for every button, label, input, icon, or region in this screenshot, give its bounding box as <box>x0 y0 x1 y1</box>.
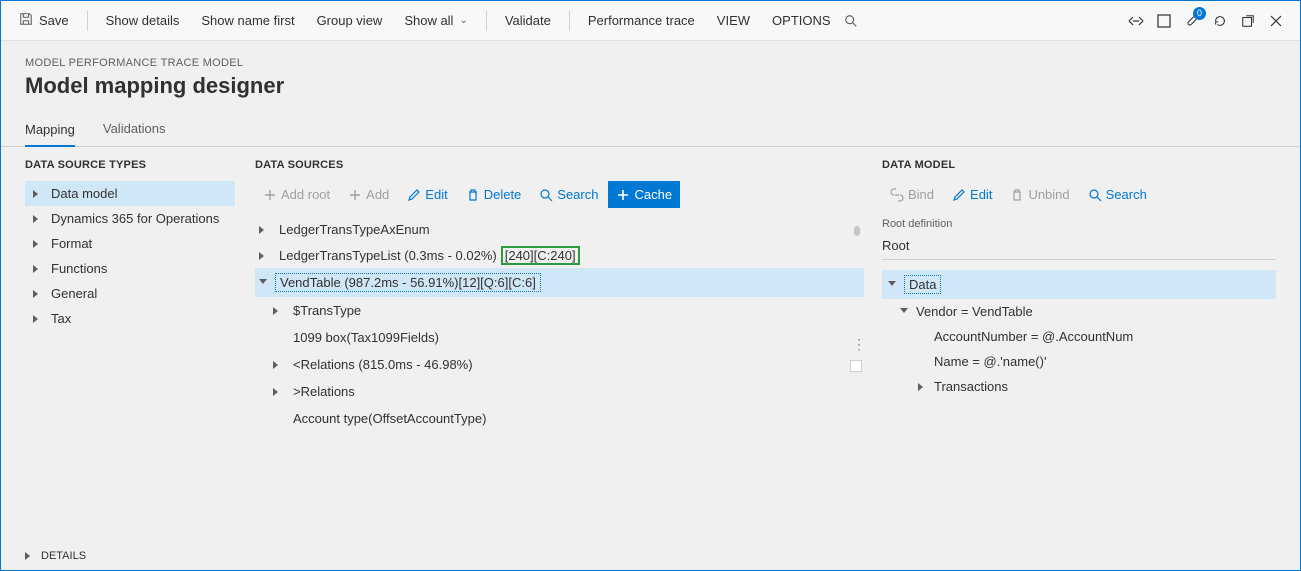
data-model-panel: DATA MODEL Bind Edit Unbind Search Root … <box>870 147 1300 542</box>
chevron-down-icon <box>888 281 896 289</box>
tree-item[interactable]: LedgerTransTypeAxEnum <box>255 216 864 243</box>
tree-item[interactable]: 1099 box(Tax1099Fields) <box>255 324 864 351</box>
scroll-handle[interactable] <box>850 360 862 372</box>
chevron-right-icon <box>33 240 41 248</box>
details-expander[interactable]: DETAILS <box>1 542 1300 570</box>
toolbar-divider <box>87 11 88 31</box>
chevron-right-icon <box>33 290 41 298</box>
tree-item[interactable]: Account type(OffsetAccountType) <box>255 405 864 432</box>
view-menu[interactable]: VIEW <box>707 7 760 34</box>
chevron-right-icon <box>33 190 41 198</box>
search-button[interactable]: Search <box>531 181 606 208</box>
tree-item[interactable]: Transactions <box>882 374 1276 399</box>
delete-button[interactable]: Delete <box>458 181 530 208</box>
edit-button[interactable]: Edit <box>944 181 1000 208</box>
save-button[interactable]: Save <box>9 6 79 35</box>
chevron-right-icon <box>33 265 41 273</box>
data-source-types-panel: DATA SOURCE TYPES Data model Dynamics 36… <box>1 147 243 542</box>
chevron-down-icon <box>259 279 267 287</box>
refresh-icon[interactable] <box>1212 13 1228 29</box>
tab-mapping[interactable]: Mapping <box>25 114 75 147</box>
office-icon[interactable] <box>1156 13 1172 29</box>
breadcrumb: MODEL PERFORMANCE TRACE MODEL <box>25 57 1276 69</box>
details-label: DETAILS <box>41 550 86 562</box>
chevron-right-icon <box>33 215 41 223</box>
section-title: DATA MODEL <box>882 159 1276 171</box>
root-definition: Root definition Root <box>882 218 1276 260</box>
data-source-type-item[interactable]: Data model <box>25 181 235 206</box>
show-name-first-button[interactable]: Show name first <box>191 7 304 34</box>
chevron-right-icon <box>273 361 281 369</box>
show-details-button[interactable]: Show details <box>96 7 190 34</box>
cache-indicator: [240][C:240] <box>501 246 580 265</box>
add-button: Add <box>340 181 397 208</box>
show-all-dropdown[interactable]: Show all ⌄ <box>394 7 478 34</box>
tree-item[interactable]: Vendor = VendTable <box>882 299 1276 324</box>
notification-badge: 0 <box>1193 7 1206 20</box>
root-def-value[interactable]: Root <box>882 234 1276 260</box>
toolbar-divider <box>569 11 570 31</box>
data-sources-actions: Add root Add Edit Delete Search Cache <box>255 181 864 208</box>
save-label: Save <box>39 13 69 28</box>
search-button[interactable]: Search <box>1080 181 1155 208</box>
tree-item[interactable]: <Relations (815.0ms - 46.98%) <box>255 351 864 378</box>
more-icon[interactable]: ⋮ <box>852 336 866 353</box>
data-sources-panel: DATA SOURCES Add root Add Edit Delete Se… <box>243 147 870 542</box>
close-icon[interactable] <box>1268 13 1284 29</box>
chevron-right-icon <box>259 226 267 234</box>
tree-item-selected[interactable]: VendTable (987.2ms - 56.91%)[12][Q:6][C:… <box>255 268 864 297</box>
chevron-right-icon <box>273 388 281 396</box>
unbind-button: Unbind <box>1002 181 1077 208</box>
popout-icon[interactable] <box>1240 13 1256 29</box>
chevron-right-icon <box>259 252 267 260</box>
data-source-type-item[interactable]: Format <box>25 231 235 256</box>
section-title: DATA SOURCES <box>255 159 864 171</box>
page-heading: MODEL PERFORMANCE TRACE MODEL Model mapp… <box>1 41 1300 99</box>
search-icon[interactable] <box>843 13 859 29</box>
edit-button[interactable]: Edit <box>399 181 455 208</box>
validate-button[interactable]: Validate <box>495 7 561 34</box>
data-sources-tree: LedgerTransTypeAxEnum LedgerTransTypeLis… <box>255 216 864 432</box>
tab-validations[interactable]: Validations <box>103 113 166 146</box>
chevron-right-icon <box>33 315 41 323</box>
section-title: DATA SOURCE TYPES <box>25 159 235 171</box>
bind-button: Bind <box>882 181 942 208</box>
page-title: Model mapping designer <box>25 73 1276 99</box>
chevron-right-icon <box>25 552 33 560</box>
data-source-type-item[interactable]: General <box>25 281 235 306</box>
save-icon <box>19 12 33 29</box>
group-view-button[interactable]: Group view <box>307 7 393 34</box>
tree-item-selected[interactable]: Data <box>882 270 1276 299</box>
data-source-type-item[interactable]: Dynamics 365 for Operations <box>25 206 235 231</box>
data-source-type-item[interactable]: Tax <box>25 306 235 331</box>
tree-item[interactable]: Name = @.'name()' <box>882 349 1276 374</box>
cache-button[interactable]: Cache <box>608 181 680 208</box>
root-def-label: Root definition <box>882 218 1276 230</box>
chevron-down-icon: ⌄ <box>459 15 467 26</box>
add-root-button: Add root <box>255 181 338 208</box>
scrollbar-thumb[interactable] <box>854 226 860 236</box>
page-tabs: Mapping Validations <box>1 113 1300 147</box>
chevron-down-icon <box>900 308 908 316</box>
tree-item[interactable]: $TransType <box>255 297 864 324</box>
data-model-tree: Data Vendor = VendTable AccountNumber = … <box>882 270 1276 399</box>
performance-trace-button[interactable]: Performance trace <box>578 7 705 34</box>
tree-item[interactable]: >Relations <box>255 378 864 405</box>
toolbar-right: 0 <box>1128 13 1292 29</box>
data-source-type-item[interactable]: Functions <box>25 256 235 281</box>
main-body: MODEL PERFORMANCE TRACE MODEL Model mapp… <box>1 41 1300 570</box>
app-toolbar: Save Show details Show name first Group … <box>1 1 1300 41</box>
attachments-icon[interactable]: 0 <box>1184 13 1200 29</box>
data-model-actions: Bind Edit Unbind Search <box>882 181 1276 208</box>
tree-item[interactable]: LedgerTransTypeList (0.3ms - 0.02%)[240]… <box>255 243 864 268</box>
connector-icon[interactable] <box>1128 13 1144 29</box>
options-menu[interactable]: OPTIONS <box>762 7 841 34</box>
chevron-right-icon <box>273 307 281 315</box>
tree-item[interactable]: AccountNumber = @.AccountNum <box>882 324 1276 349</box>
toolbar-divider <box>486 11 487 31</box>
chevron-right-icon <box>918 383 926 391</box>
